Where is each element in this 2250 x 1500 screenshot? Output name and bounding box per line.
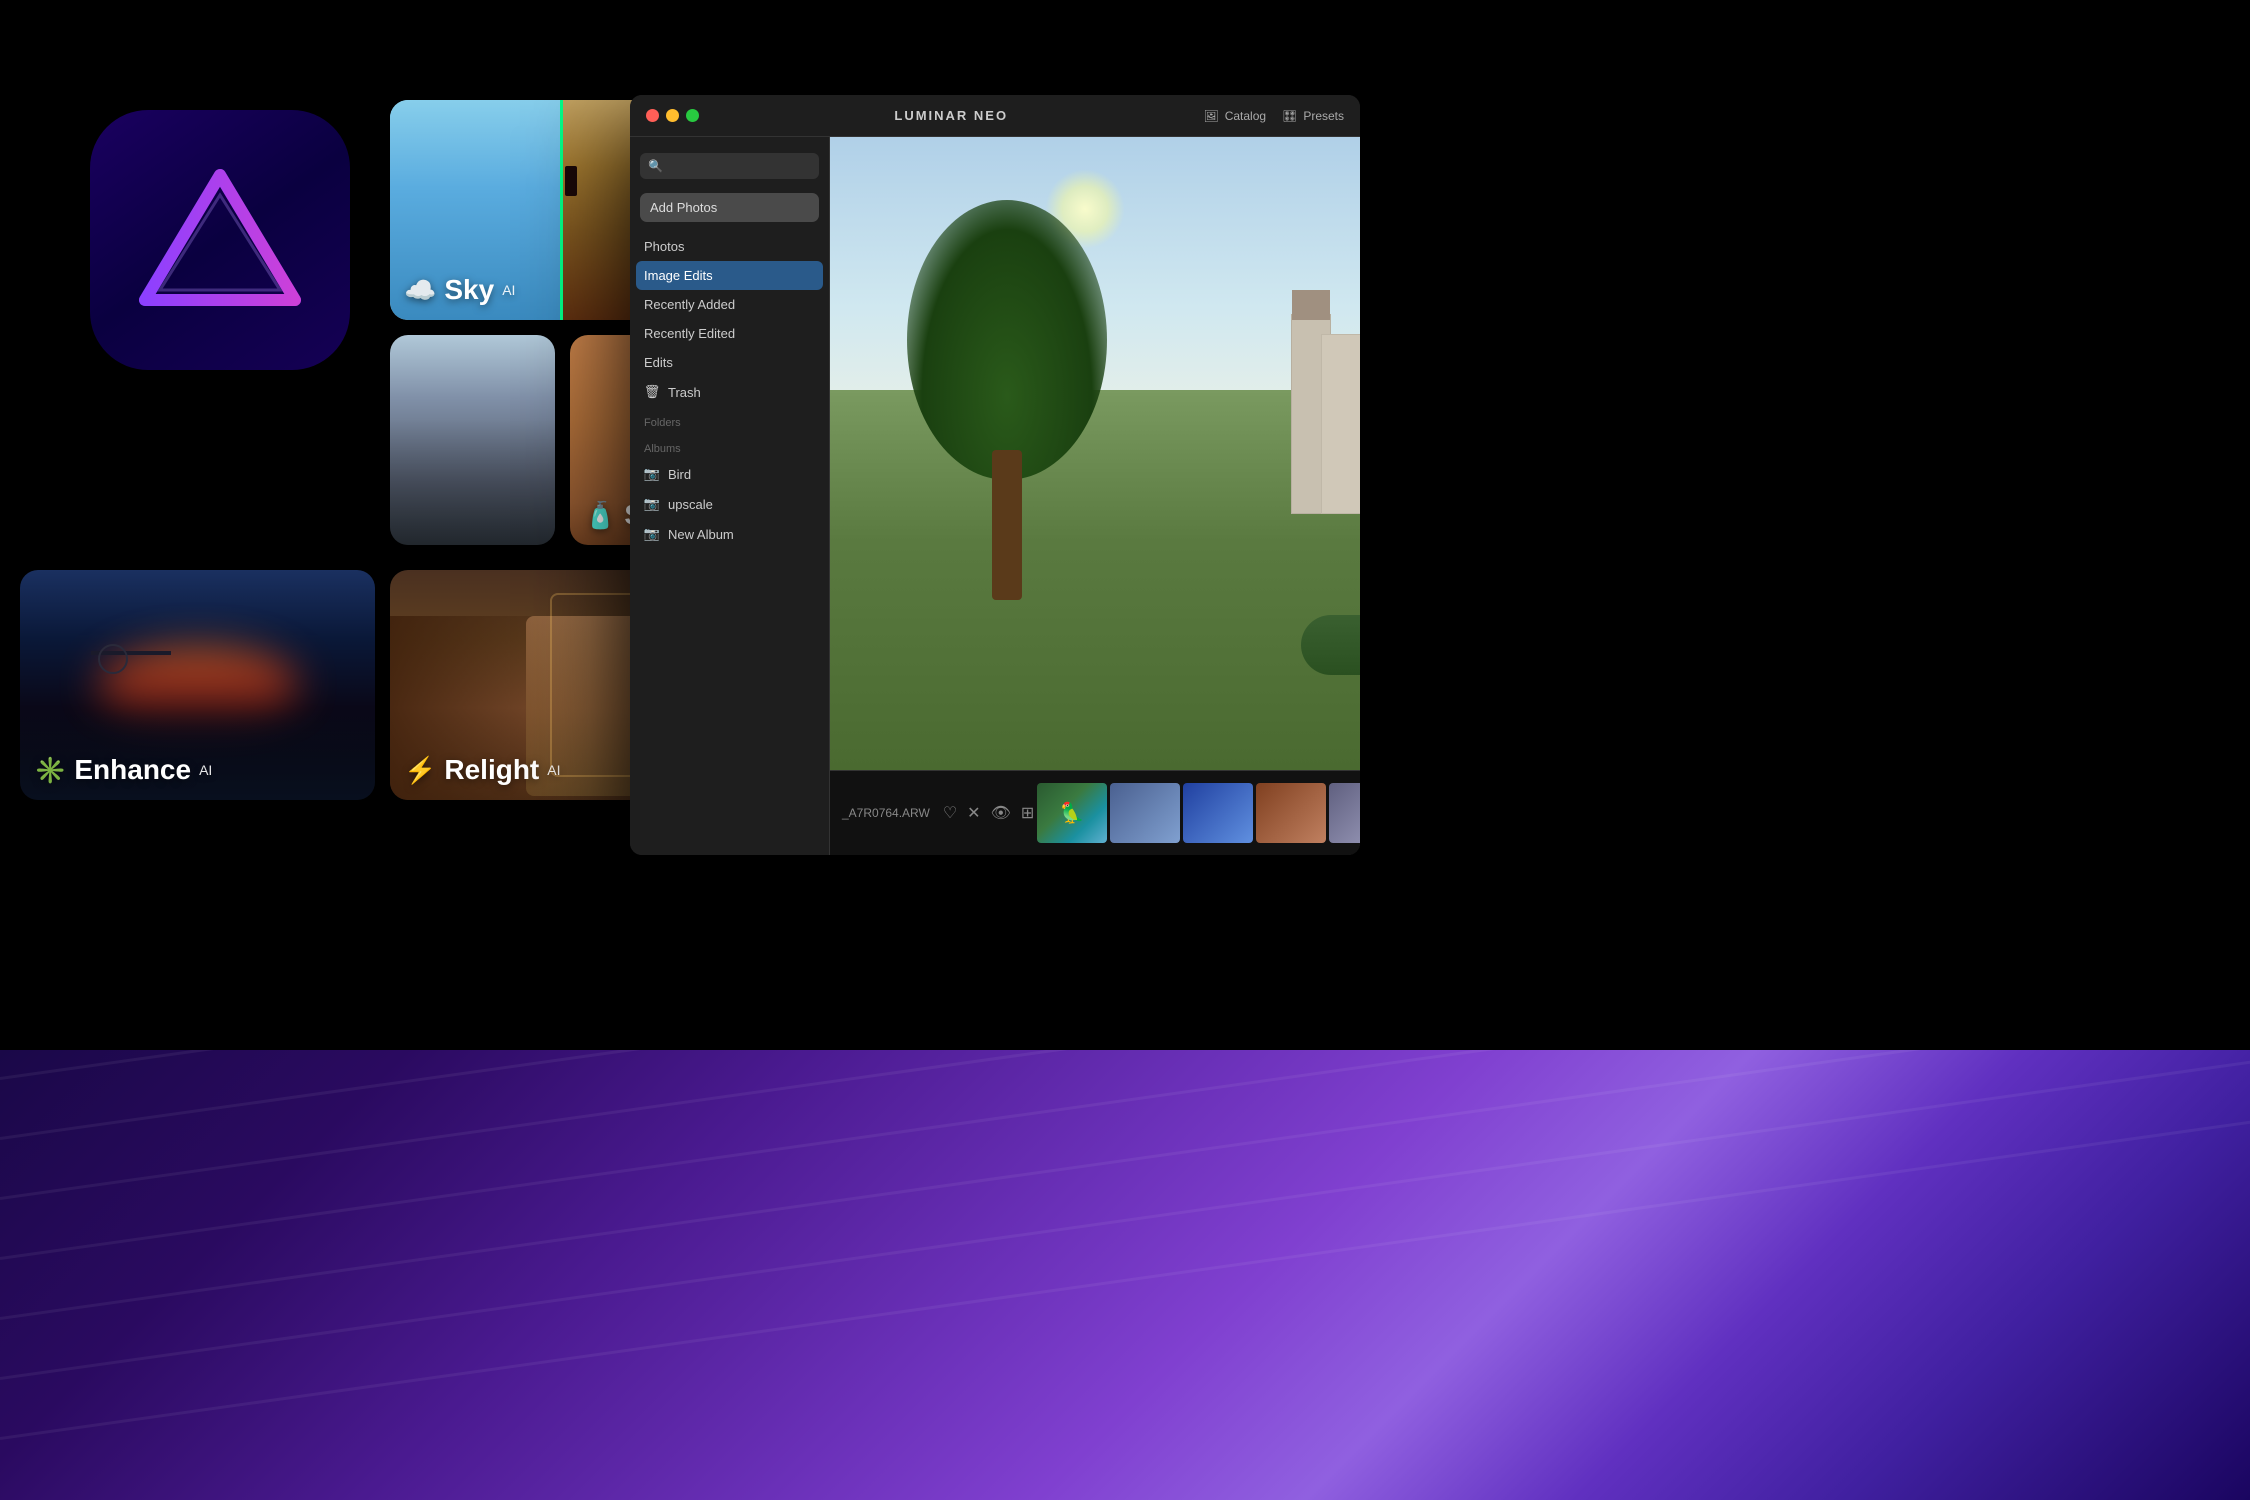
search-icon: 🔍: [648, 159, 663, 173]
hedge: [1301, 615, 1360, 675]
bird-album-icon: 📷: [644, 466, 660, 482]
strip-thumbnails: [1037, 783, 1360, 843]
relight-label: ⚡ RelightAI: [404, 754, 561, 786]
sidebar-photos-label: Photos: [644, 239, 684, 254]
new-album-label: New Album: [668, 527, 734, 542]
sidebar-item-bird[interactable]: 📷 Bird: [630, 459, 829, 489]
photo-strip: _A7R0764.ARW ♡ ✕ 👁 ⊞ 25%: [830, 770, 1360, 855]
add-photos-label: Add Photos: [650, 200, 717, 215]
folders-section-label: Folders: [630, 407, 829, 433]
thumbnail-4[interactable]: [1256, 783, 1326, 843]
sidebar-trash-label: Trash: [668, 385, 701, 400]
delete-icon[interactable]: ✕: [967, 803, 980, 823]
upscale-album-label: upscale: [668, 497, 713, 512]
layout-icon[interactable]: ⊞: [1021, 803, 1034, 823]
bird-album-label: Bird: [668, 467, 691, 482]
sidebar-item-new-album[interactable]: 📷 New Album: [630, 519, 829, 549]
sidebar-item-recently-edited[interactable]: Recently Edited: [630, 319, 829, 348]
castle-roof-left: [1292, 290, 1330, 320]
sidebar-recently-added-label: Recently Added: [644, 297, 735, 312]
sidebar: 🔍 Add Photos Photos Image Edits Recently…: [630, 137, 830, 855]
sidebar-item-trash[interactable]: 🗑 Trash: [630, 377, 829, 407]
sidebar-item-recently-added[interactable]: Recently Added: [630, 290, 829, 319]
sidebar-item-photos[interactable]: Photos: [630, 232, 829, 261]
enhance-card: ✳️ EnhanceAI: [20, 570, 375, 800]
main-photo-display: [830, 137, 1360, 770]
background-lines: [0, 1050, 2250, 1500]
split-line: [560, 100, 563, 320]
photo-tree: [907, 200, 1107, 600]
minimize-button[interactable]: [666, 109, 679, 122]
new-album-icon: 📷: [644, 526, 660, 542]
thumbnail-5[interactable]: [1329, 783, 1360, 843]
tree-canopy: [907, 200, 1107, 480]
sidebar-item-image-edits[interactable]: Image Edits: [636, 261, 823, 290]
castle-body: [1321, 334, 1360, 514]
sky-label: ☁️ SkyAI: [404, 274, 515, 306]
thumbnail-1[interactable]: [1037, 783, 1107, 843]
albums-section-label: Albums: [630, 433, 829, 459]
enhance-label: ✳️ EnhanceAI: [34, 754, 212, 786]
sidebar-image-edits-label: Image Edits: [644, 268, 713, 283]
lower-cards-container: ✳️ EnhanceAI ⚡ RelightAI: [20, 570, 730, 800]
upscale-album-icon: 📷: [644, 496, 660, 512]
filename: _A7R0764.ARW: [842, 806, 930, 820]
thumbnail-3[interactable]: [1183, 783, 1253, 843]
waterfall-card: [390, 335, 555, 545]
enhance-icon: ✳️: [34, 755, 66, 786]
luminar-window: LUMINAR NEO 🖼 Catalog 🎛 Presets 🔍 Add Ph…: [630, 95, 1360, 855]
search-bar[interactable]: 🔍: [640, 153, 819, 179]
thumbnail-2[interactable]: [1110, 783, 1180, 843]
add-photos-button[interactable]: Add Photos: [640, 193, 819, 222]
skin-icon: 🧴: [584, 500, 616, 531]
sidebar-edits-label: Edits: [644, 355, 673, 370]
window-controls[interactable]: [646, 109, 699, 122]
catalog-tab[interactable]: 🖼 Catalog: [1203, 109, 1266, 123]
maximize-button[interactable]: [686, 109, 699, 122]
close-button[interactable]: [646, 109, 659, 122]
sky-icon: ☁️: [404, 275, 436, 306]
photo-scene: [830, 137, 1360, 770]
presets-icon: 🎛: [1282, 109, 1297, 123]
catalog-icon: 🖼: [1203, 109, 1218, 123]
tree-trunk: [992, 450, 1022, 600]
trash-icon: 🗑: [644, 384, 660, 400]
photo-area: _A7R0764.ARW ♡ ✕ 👁 ⊞ 25%: [830, 137, 1360, 855]
relight-icon: ⚡: [404, 755, 436, 786]
app-icon: [90, 110, 350, 370]
sidebar-item-upscale[interactable]: 📷 upscale: [630, 489, 829, 519]
eye-icon[interactable]: 👁: [991, 803, 1011, 823]
favorite-icon[interactable]: ♡: [943, 803, 957, 823]
presets-tab[interactable]: 🎛 Presets: [1282, 109, 1344, 123]
window-title: LUMINAR NEO: [711, 108, 1191, 123]
photo-castle: [1281, 264, 1360, 514]
strip-actions: ♡ ✕ 👁 ⊞: [943, 803, 1034, 823]
sidebar-recently-edited-label: Recently Edited: [644, 326, 735, 341]
sidebar-item-edits[interactable]: Edits: [630, 348, 829, 377]
title-bar-actions: 🖼 Catalog 🎛 Presets: [1203, 109, 1344, 123]
window-content: 🔍 Add Photos Photos Image Edits Recently…: [630, 137, 1360, 855]
title-bar: LUMINAR NEO 🖼 Catalog 🎛 Presets: [630, 95, 1360, 137]
